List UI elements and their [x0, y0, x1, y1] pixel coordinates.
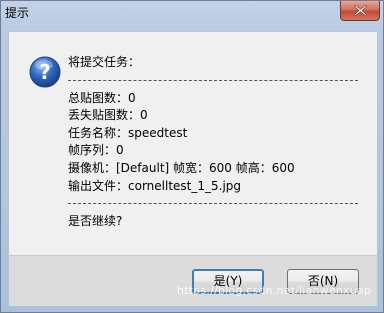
dialog-body: ? 将提交任务： 总贴图数：0 丢失贴图数：0 任务名称：speedtest 帧… — [8, 31, 378, 256]
separator-bottom — [68, 203, 358, 205]
question-icon: ? — [29, 56, 61, 88]
message-block: 将提交任务： 总贴图数：0 丢失贴图数：0 任务名称：speedtest 帧序列… — [68, 54, 358, 231]
title-bar[interactable]: 提示 — [1, 1, 383, 25]
dialog-window: 提示 ? 将提交任务： 总贴图数：0 丢失贴图数：0 任务名称：speedtes… — [0, 0, 384, 313]
message-line: 总贴图数：0 — [68, 90, 136, 105]
message-line: 输出文件：cornelltest_1_5.jpg — [68, 178, 242, 193]
message-line: 丢失贴图数：0 — [68, 108, 148, 123]
dialog-title: 提示 — [5, 6, 30, 20]
message-line: 帧序列：0 — [68, 143, 124, 158]
close-button[interactable] — [340, 1, 380, 21]
message-line: 摄像机：[Default] 帧宽：600 帧高：600 — [68, 160, 295, 175]
separator-top — [68, 79, 358, 82]
watermark-text: https://blog.csdn.net/lianwenxuap — [176, 284, 371, 297]
button-bar: 是(Y) 否(N) — [8, 255, 378, 306]
confirm-question: 是否继续? — [68, 214, 123, 229]
message-header: 将提交任务： — [68, 55, 141, 69]
svg-text:?: ? — [39, 60, 51, 84]
close-icon — [354, 5, 367, 16]
message-line: 任务名称：speedtest — [68, 125, 188, 140]
